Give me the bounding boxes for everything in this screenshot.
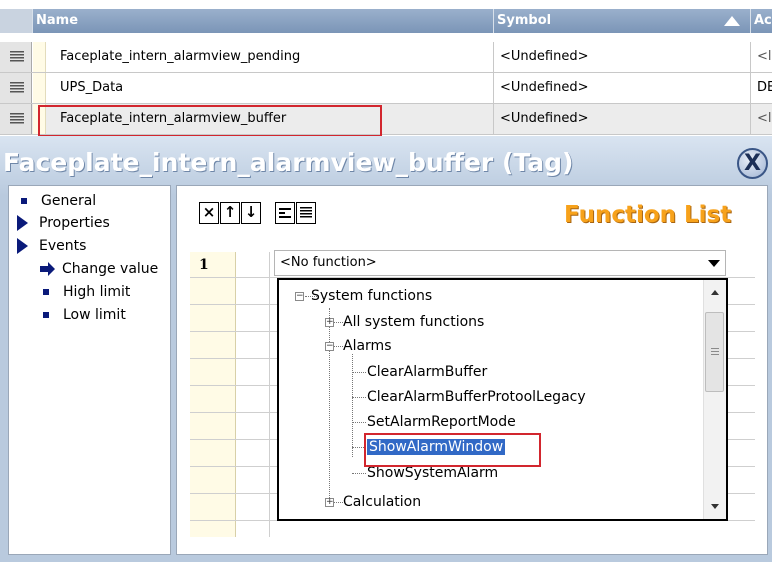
extra-cell[interactable]: <l [751, 42, 772, 72]
tree-node-calculation[interactable]: Calculation [343, 493, 421, 511]
grip-line [711, 354, 719, 355]
column-header-symbol[interactable]: Symbol [494, 9, 751, 33]
nav-item-change-value[interactable]: Change value [39, 258, 172, 280]
row-handle[interactable] [0, 104, 32, 134]
bullet-icon [21, 198, 27, 204]
header-corner [0, 9, 33, 33]
tree-connector [352, 354, 353, 457]
tree-node-system-functions[interactable]: System functions [311, 287, 432, 305]
tag-name-cell[interactable]: Faceplate_intern_alarmview_pending [54, 42, 494, 72]
selected-arrow-icon [40, 262, 55, 276]
function-select[interactable]: <No function> [274, 250, 726, 276]
expand-arrow-icon [17, 238, 28, 254]
nav-item-label: High limit [63, 284, 131, 300]
expand-button[interactable] [296, 202, 316, 224]
expand-node-icon[interactable]: + [325, 318, 334, 327]
nav-item-label: Change value [62, 261, 159, 277]
extra-cell[interactable]: <l [751, 104, 772, 134]
close-icon[interactable]: X [737, 148, 768, 179]
row-marker [33, 42, 46, 72]
nav-item-label: Low limit [63, 307, 126, 323]
scroll-up-icon[interactable] [711, 290, 719, 295]
delete-button[interactable]: × [199, 202, 219, 224]
row-handle-icon [10, 113, 24, 125]
row-handle[interactable] [0, 42, 32, 72]
row-number: 1 [199, 257, 209, 273]
tree-connector [352, 372, 366, 373]
function-list-title: Function List [564, 202, 732, 228]
grid-column [236, 252, 270, 537]
sort-ascending-icon [724, 16, 740, 26]
tree-connector [352, 473, 366, 474]
collapse-node-icon[interactable]: − [295, 292, 304, 301]
move-down-button[interactable]: ↓ [241, 202, 261, 224]
row-handle[interactable] [0, 73, 32, 103]
extra-cell[interactable]: DE [751, 73, 772, 103]
expand-node-icon[interactable]: + [325, 498, 334, 507]
move-up-button[interactable]: ↑ [220, 202, 240, 224]
expand-icon [300, 207, 312, 218]
tree-node-alarms[interactable]: Alarms [343, 337, 392, 355]
row-handle-icon [10, 82, 24, 94]
nav-item-label: General [41, 193, 97, 209]
bullet-icon [43, 289, 49, 295]
tree-leaf-clear-alarm-buffer-protool-legacy[interactable]: ClearAlarmBufferProtoolLegacy [367, 388, 586, 406]
tag-table: Name Symbol Ac Faceplate_intern_alarmvie… [0, 0, 772, 137]
highlight-box [38, 105, 382, 137]
nav-item-general[interactable]: General [21, 190, 96, 212]
highlight-box [364, 433, 541, 467]
symbol-cell[interactable]: <Undefined> [494, 42, 751, 72]
scrollbar-thumb[interactable] [705, 312, 724, 392]
nav-item-events[interactable]: Events [17, 235, 86, 257]
row-number-column [190, 252, 236, 537]
pane-title: Faceplate_intern_alarmview_buffer (Tag) [3, 148, 574, 177]
collapse-button[interactable] [275, 202, 295, 224]
expand-arrow-icon [17, 215, 28, 231]
grip-line [711, 348, 719, 349]
function-dropdown[interactable]: − System functions + All system function… [277, 278, 728, 521]
collapse-icon [279, 208, 291, 218]
nav-item-high-limit[interactable]: High limit [43, 281, 130, 303]
row-handle-icon [10, 51, 24, 63]
grip-line [711, 351, 719, 352]
collapse-node-icon[interactable]: − [325, 342, 334, 351]
table-header: Name Symbol Ac [0, 9, 772, 33]
nav-item-low-limit[interactable]: Low limit [43, 304, 126, 326]
tree-node-all-system-functions[interactable]: All system functions [343, 313, 484, 331]
tree-connector [352, 422, 366, 423]
column-header-extra[interactable]: Ac [751, 9, 772, 33]
dropdown-scrollbar[interactable] [703, 280, 726, 519]
function-select-value: <No function> [280, 255, 377, 270]
symbol-cell[interactable]: <Undefined> [494, 73, 751, 103]
table-row[interactable]: Faceplate_intern_alarmview_pending <Unde… [0, 42, 772, 73]
tree-connector [329, 308, 330, 502]
scroll-down-icon[interactable] [711, 504, 719, 509]
tag-name-cell[interactable]: UPS_Data [54, 73, 494, 103]
table-row[interactable]: UPS_Data <Undefined> DE [0, 73, 772, 104]
column-header-name[interactable]: Name [33, 9, 494, 33]
tree-leaf-clear-alarm-buffer[interactable]: ClearAlarmBuffer [367, 363, 487, 381]
chevron-down-icon[interactable] [708, 260, 720, 267]
nav-item-label: Properties [39, 215, 110, 231]
nav-item-label: Events [39, 238, 87, 254]
row-marker [33, 73, 46, 103]
nav-item-properties[interactable]: Properties [17, 212, 110, 234]
property-navigation: General Properties Events Change value H… [8, 185, 171, 555]
symbol-cell[interactable]: <Undefined> [494, 104, 751, 134]
tree-connector [352, 397, 366, 398]
tree-leaf-set-alarm-report-mode[interactable]: SetAlarmReportMode [367, 413, 516, 431]
column-header-symbol-label: Symbol [497, 13, 552, 28]
bullet-icon [43, 312, 49, 318]
